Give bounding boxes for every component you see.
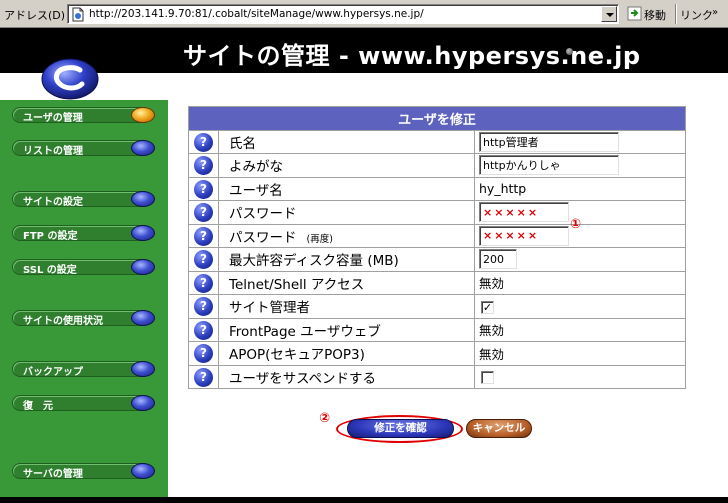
sidebar-item-user-management[interactable]: ユーザの管理 [12, 107, 155, 124]
page-content: サイトの管理 - www.hypersys.ne.jp ユーザの管理 リストの管… [0, 28, 728, 503]
header-dot-icon [566, 48, 573, 55]
field-label: パスワード (再度) [218, 223, 475, 248]
help-icon[interactable]: ? [194, 367, 213, 387]
form-row-telnet: ? Telnet/Shell アクセス 無効 [188, 270, 686, 295]
user-edit-form: ユーザを修正 ? 氏名 ? よみがな ? ユーザ名 hy_http ? パスワー… [188, 106, 686, 389]
help-icon[interactable]: ? [194, 179, 213, 199]
orb-icon [131, 225, 155, 241]
password-field[interactable] [479, 202, 569, 223]
form-row-apop: ? APOP(セキュアPOP3) 無効 [188, 341, 686, 366]
field-label-note: (再度) [306, 233, 333, 245]
help-icon[interactable]: ? [194, 344, 213, 364]
orb-icon [131, 140, 155, 156]
orb-icon [131, 361, 155, 377]
sidebar-item-label: FTP の設定 [23, 231, 78, 242]
cancel-button[interactable]: キャンセル [466, 419, 532, 438]
suspend-checkbox[interactable] [481, 371, 494, 385]
form-row-disk-quota: ? 最大許容ディスク容量 (MB) [188, 247, 686, 272]
orb-icon [131, 310, 155, 326]
confirm-changes-button[interactable]: 修正を確認 [347, 419, 454, 438]
help-icon[interactable]: ? [194, 132, 213, 152]
help-icon[interactable]: ? [194, 320, 213, 340]
page-header: サイトの管理 - www.hypersys.ne.jp [0, 28, 728, 73]
page-icon [72, 7, 84, 22]
frontpage-value: 無効 [474, 317, 686, 342]
orb-icon [131, 259, 155, 275]
address-url: http://203.141.9.70:81/.cobalt/siteManag… [89, 8, 424, 20]
sidebar-item-restore[interactable]: 復 元 [12, 395, 155, 412]
toolbar-separator [675, 4, 677, 24]
go-label: 移動 [644, 9, 666, 22]
orb-icon [131, 395, 155, 411]
field-label: サイト管理者 [218, 294, 475, 319]
sidebar-item-label: ユーザの管理 [23, 113, 83, 124]
sidebar-item-ftp-settings[interactable]: FTP の設定 [12, 225, 155, 242]
help-icon[interactable]: ? [194, 250, 213, 270]
help-icon[interactable]: ? [194, 156, 213, 176]
field-label: FrontPage ユーザウェブ [218, 317, 475, 342]
field-label-text: パスワード [229, 229, 297, 246]
sidebar-item-list-management[interactable]: リストの管理 [12, 140, 155, 157]
yomigana-field[interactable] [479, 155, 619, 176]
disk-quota-field[interactable] [479, 249, 517, 270]
telnet-value: 無効 [474, 270, 686, 295]
field-label: ユーザをサスペンドする [218, 364, 475, 389]
browser-window: アドレス(D) http://203.141.9.70:81/.cobalt/s… [0, 0, 728, 503]
form-row-password: ? パスワード [188, 200, 686, 225]
form-row-username: ? ユーザ名 hy_http [188, 176, 686, 201]
form-caption: ユーザを修正 [188, 106, 686, 131]
address-label: アドレス(D) [4, 9, 66, 22]
sidebar-item-label: サイトの使用状況 [23, 316, 103, 327]
field-label: ユーザ名 [218, 176, 475, 201]
orb-icon [131, 463, 155, 479]
field-label: APOP(セキュアPOP3) [218, 341, 475, 366]
address-dropdown-button[interactable] [601, 6, 617, 22]
sidebar-item-label: サイトの設定 [23, 197, 83, 208]
cobalt-logo-icon [41, 58, 99, 100]
help-icon[interactable]: ? [194, 273, 213, 293]
sidebar-item-label: サーバの管理 [23, 469, 83, 480]
annotation-marker-2: ② [319, 411, 331, 426]
field-label: よみがな [218, 153, 475, 178]
sidebar-item-label: バックアップ [23, 367, 83, 378]
go-button[interactable]: 移動 [624, 4, 672, 24]
annotation-marker-1: ① [570, 217, 582, 232]
site-admin-checkbox[interactable]: ✓ [481, 300, 494, 314]
sidebar-item-label: リストの管理 [23, 146, 83, 157]
sidebar-item-site-settings[interactable]: サイトの設定 [12, 191, 155, 208]
form-row-password-confirm: ? パスワード (再度) [188, 223, 686, 248]
form-row-yomigana: ? よみがな [188, 153, 686, 178]
sidebar-item-backup[interactable]: バックアップ [12, 361, 155, 378]
sidebar-item-ssl-settings[interactable]: SSL の設定 [12, 259, 155, 276]
form-row-suspend: ? ユーザをサスペンドする [188, 364, 686, 389]
go-arrow-icon [627, 6, 642, 21]
address-bar: アドレス(D) http://203.141.9.70:81/.cobalt/s… [0, 0, 728, 28]
orb-icon [131, 191, 155, 207]
form-row-site-admin: ? サイト管理者 ✓ [188, 294, 686, 319]
help-icon[interactable]: ? [194, 297, 213, 317]
links-button[interactable]: リンク [680, 7, 713, 23]
form-row-name: ? 氏名 [188, 129, 686, 154]
sidebar-item-label: SSL の設定 [23, 265, 77, 276]
page-footer-bar [0, 497, 728, 503]
field-label: Telnet/Shell アクセス [218, 270, 475, 295]
help-icon[interactable]: ? [194, 226, 213, 246]
links-chevron-icon[interactable]: » [712, 7, 718, 18]
field-label: パスワード [218, 200, 475, 225]
help-icon[interactable]: ? [194, 203, 213, 223]
active-orb-icon [131, 107, 155, 123]
sidebar-item-label: 復 元 [23, 401, 53, 412]
password-confirm-field[interactable] [479, 225, 569, 246]
form-row-frontpage: ? FrontPage ユーザウェブ 無効 [188, 317, 686, 342]
sidebar: ユーザの管理 リストの管理 サイトの設定 FTP の設定 SSL の設定 サイト… [0, 100, 168, 503]
sidebar-item-server-management[interactable]: サーバの管理 [12, 463, 155, 480]
field-label: 最大許容ディスク容量 (MB) [218, 247, 475, 272]
name-field[interactable] [479, 131, 619, 152]
address-input[interactable]: http://203.141.9.70:81/.cobalt/siteManag… [67, 4, 619, 24]
apop-value: 無効 [474, 341, 686, 366]
username-value: hy_http [474, 176, 686, 201]
field-label: 氏名 [218, 129, 475, 154]
sidebar-item-site-usage[interactable]: サイトの使用状況 [12, 310, 155, 327]
